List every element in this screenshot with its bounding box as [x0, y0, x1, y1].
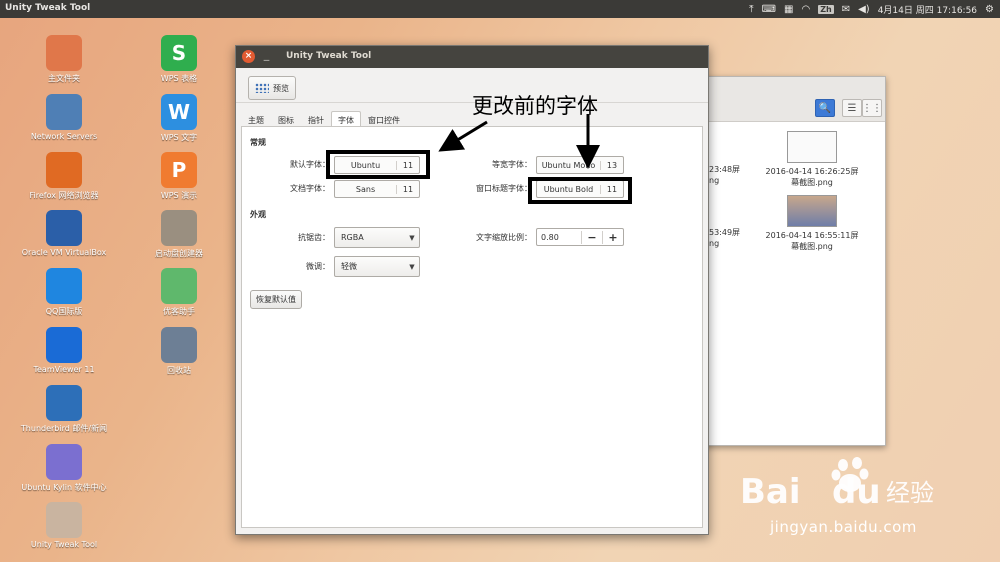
- svg-text:Bai: Bai: [740, 472, 801, 512]
- arrow-to-default-font: [438, 120, 488, 152]
- watermark-url: jingyan.baidu.com: [770, 518, 917, 536]
- svg-text:du: du: [832, 472, 881, 512]
- baidu-watermark-logo: Bai du 经验: [740, 457, 934, 512]
- svg-text:经验: 经验: [886, 479, 934, 507]
